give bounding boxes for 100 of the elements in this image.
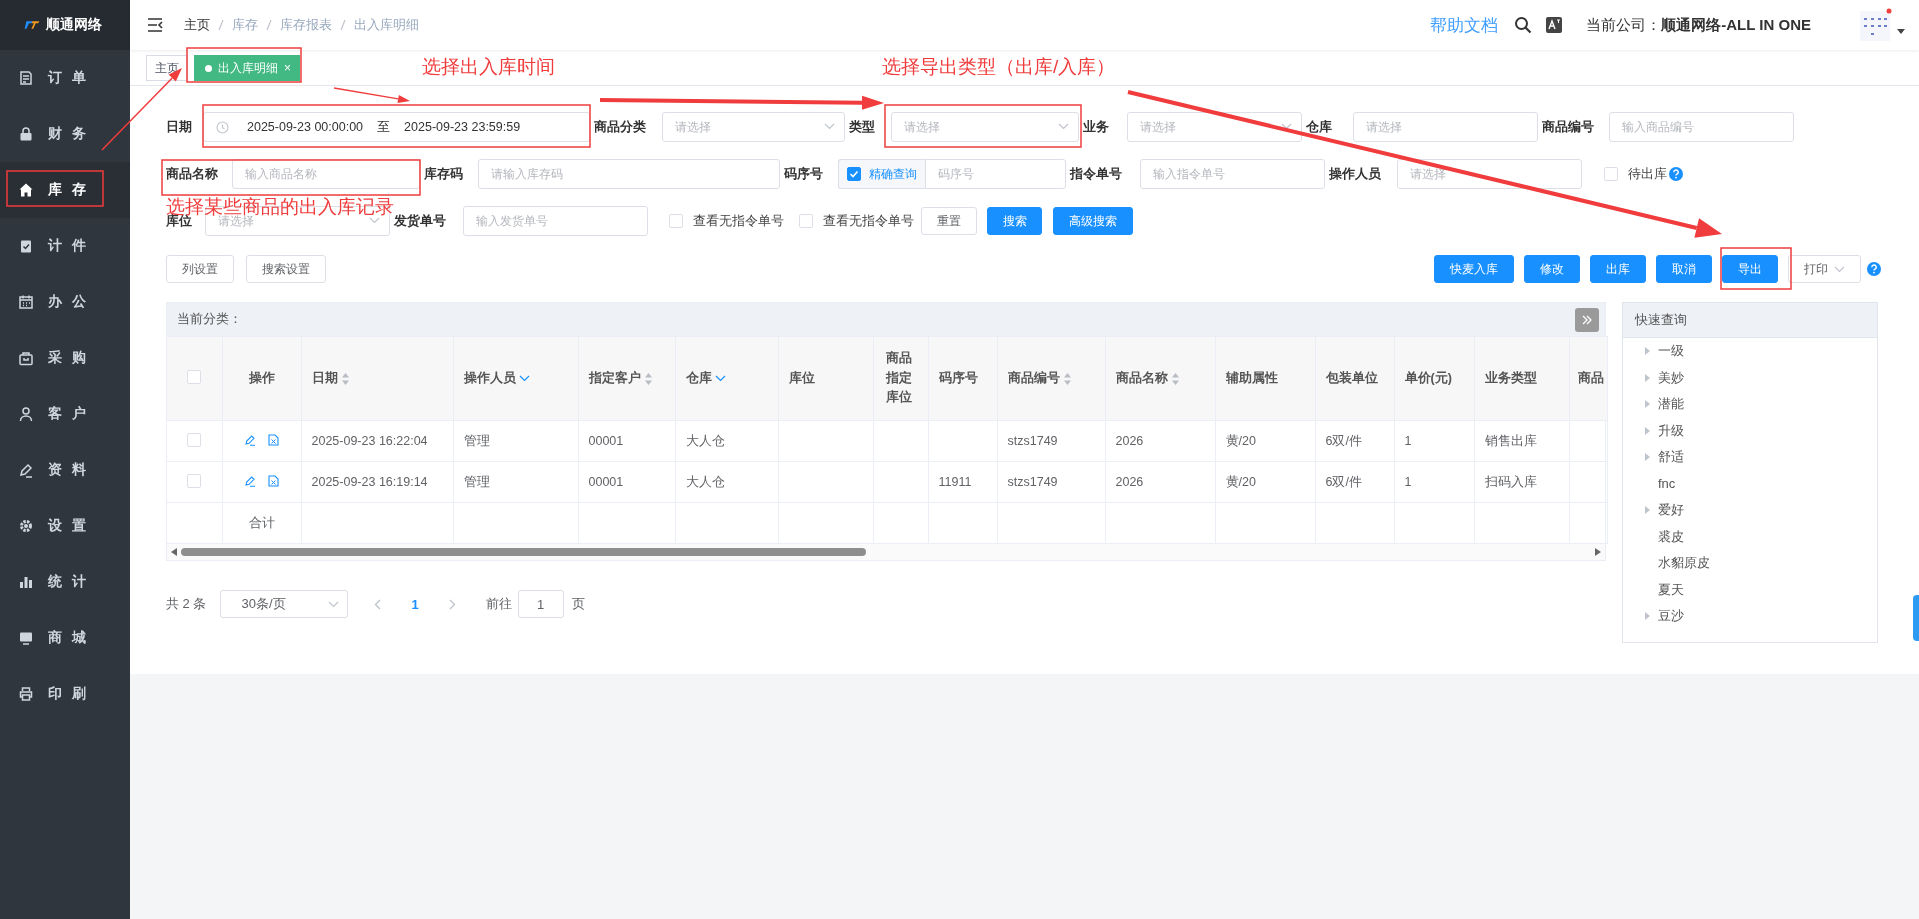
text-input[interactable]: 请选择 bbox=[1353, 112, 1538, 142]
tree-item[interactable]: 一级 bbox=[1623, 338, 1877, 365]
scroll-right-icon[interactable] bbox=[1595, 548, 1601, 556]
text-input[interactable]: 输入指令单号 bbox=[1140, 159, 1325, 189]
tree-item[interactable]: 水貂原皮 bbox=[1623, 550, 1877, 577]
expand-triangle-icon[interactable] bbox=[1645, 400, 1650, 409]
expand-button[interactable] bbox=[1575, 307, 1599, 332]
checkbox[interactable] bbox=[847, 167, 861, 181]
caret-down-icon[interactable] bbox=[1897, 28, 1905, 34]
sidebar-item[interactable]: 统计 bbox=[0, 554, 130, 610]
date-range-field[interactable]: 2025-09-23 00:00:00 至 2025-09-23 23:59:59 bbox=[203, 112, 590, 142]
sidebar-item[interactable]: 印刷 bbox=[0, 666, 130, 722]
edit-icon[interactable] bbox=[244, 474, 256, 487]
sidebar-item[interactable]: 办公 bbox=[0, 274, 130, 330]
reset-button[interactable]: 重置 bbox=[921, 207, 977, 235]
column-header[interactable]: 操作人员 bbox=[463, 370, 516, 387]
sidebar-item[interactable]: 采购 bbox=[0, 330, 130, 386]
expand-triangle-icon[interactable] bbox=[1645, 373, 1650, 382]
row-checkbox[interactable] bbox=[187, 432, 202, 447]
toolbar-button[interactable]: 搜索设置 bbox=[246, 255, 326, 283]
tree-item[interactable]: 夏天 bbox=[1623, 576, 1877, 603]
tree-item[interactable]: 升级 bbox=[1623, 417, 1877, 444]
text-input[interactable]: 输入商品名称 bbox=[232, 159, 420, 189]
tree-item[interactable]: 潜能 bbox=[1623, 391, 1877, 418]
document-icon[interactable] bbox=[268, 474, 279, 487]
avatar-thumbnail-icon[interactable] bbox=[1859, 8, 1893, 42]
help-icon[interactable] bbox=[1669, 167, 1683, 181]
table-cell: 黄/20 bbox=[1225, 474, 1256, 489]
field-label: 商品分类 bbox=[594, 118, 646, 136]
expand-triangle-icon[interactable] bbox=[1645, 426, 1650, 435]
field-label: 日期 bbox=[166, 118, 192, 136]
clock-icon bbox=[216, 120, 229, 134]
sort-icon[interactable] bbox=[1170, 371, 1180, 386]
column-header[interactable]: 商品编号 bbox=[1007, 370, 1060, 387]
select-all-checkbox[interactable] bbox=[187, 370, 202, 384]
filter-chevron-icon[interactable] bbox=[714, 375, 726, 382]
sidebar-item[interactable]: 设置 bbox=[0, 498, 130, 554]
tree-item[interactable]: 美妙 bbox=[1623, 364, 1877, 391]
tree-item[interactable]: 爱好 bbox=[1623, 497, 1877, 524]
page-input[interactable]: 1 bbox=[517, 590, 564, 618]
text-input[interactable]: 输入发货单号 bbox=[463, 206, 648, 236]
expand-triangle-icon[interactable] bbox=[1645, 347, 1650, 356]
column-header[interactable]: 日期 bbox=[311, 370, 338, 387]
column-header[interactable]: 指定客户 bbox=[588, 370, 641, 387]
column-header: 操作 bbox=[248, 370, 275, 387]
sidebar-item[interactable]: 财务 bbox=[0, 106, 130, 162]
column-header: 码序号 bbox=[938, 370, 978, 387]
next-page-icon[interactable] bbox=[448, 598, 456, 610]
sidebar-item[interactable]: 客户 bbox=[0, 386, 130, 442]
sort-icon[interactable] bbox=[1062, 371, 1072, 386]
tree-item[interactable]: 豆沙 bbox=[1623, 603, 1877, 630]
toolbar-button[interactable]: 列设置 bbox=[166, 255, 234, 283]
column-header[interactable]: 仓库 bbox=[685, 370, 712, 387]
brand-name: 顺通网络 bbox=[46, 16, 102, 34]
sidebar-item[interactable]: 资料 bbox=[0, 442, 130, 498]
previous-page-icon[interactable] bbox=[374, 598, 382, 610]
tree-item[interactable]: 裘皮 bbox=[1623, 523, 1877, 550]
panel-title: 快速查询 bbox=[1635, 311, 1687, 329]
checkbox-label: 查看无指令单号 bbox=[693, 212, 784, 230]
sidebar-item[interactable]: 库存 bbox=[0, 162, 130, 218]
translate-icon[interactable] bbox=[1546, 17, 1563, 33]
table-cell: 2025-09-23 16:22:04 bbox=[311, 434, 428, 448]
menu-fold-icon[interactable] bbox=[147, 18, 163, 32]
filter-chevron-icon[interactable] bbox=[518, 375, 530, 382]
checkbox-label: 精确查询 bbox=[869, 165, 917, 183]
column-header[interactable]: 商品名称 bbox=[1115, 370, 1168, 387]
select-field[interactable]: 请选择 bbox=[891, 112, 1079, 142]
text-input[interactable]: 请输入库存码 bbox=[478, 159, 780, 189]
scroll-left-icon[interactable] bbox=[171, 548, 177, 556]
search-icon[interactable] bbox=[1514, 16, 1533, 34]
select-field[interactable]: 请选择 bbox=[662, 112, 845, 142]
tree-item[interactable]: 舒适 bbox=[1623, 444, 1877, 471]
sort-icon[interactable] bbox=[340, 371, 350, 386]
table-cell: 00001 bbox=[588, 434, 624, 448]
expand-triangle-icon[interactable] bbox=[1645, 453, 1650, 462]
sort-icon[interactable] bbox=[643, 371, 653, 386]
start-date-input[interactable]: 2025-09-23 00:00:00 bbox=[247, 120, 364, 134]
sidebar-item[interactable]: 计件 bbox=[0, 218, 130, 274]
select-field[interactable]: 请选择 bbox=[1127, 112, 1302, 142]
text-input[interactable]: 请选择 bbox=[1397, 159, 1582, 189]
help-icon[interactable] bbox=[1867, 262, 1881, 276]
scroll-handle[interactable] bbox=[1913, 595, 1919, 641]
scrollbar[interactable] bbox=[167, 544, 1605, 560]
expand-triangle-icon[interactable] bbox=[1645, 612, 1650, 621]
edit-icon[interactable] bbox=[244, 433, 256, 446]
tree-item[interactable]: fnc bbox=[1623, 470, 1877, 497]
text-input[interactable]: 码序号 bbox=[925, 159, 1066, 189]
expand-triangle-icon[interactable] bbox=[1645, 506, 1650, 515]
sidebar-item[interactable]: 商城 bbox=[0, 610, 130, 666]
table-cell: 扫码入库 bbox=[1484, 474, 1537, 489]
sidebar-item[interactable]: 订单 bbox=[0, 50, 130, 106]
goto-label: 前往 bbox=[485, 595, 512, 613]
end-date-input[interactable]: 2025-09-23 23:59:59 bbox=[404, 120, 521, 134]
breadcrumb-link[interactable]: 主页 bbox=[184, 16, 210, 34]
text-input[interactable]: 输入商品编号 bbox=[1609, 112, 1794, 142]
toolbar-button[interactable]: 打印 bbox=[1788, 255, 1861, 283]
document-icon[interactable] bbox=[268, 433, 279, 446]
row-checkbox[interactable] bbox=[187, 473, 202, 488]
page-size-select[interactable]: 30条/页 bbox=[220, 590, 349, 618]
column-header: 商品 bbox=[1577, 370, 1604, 387]
